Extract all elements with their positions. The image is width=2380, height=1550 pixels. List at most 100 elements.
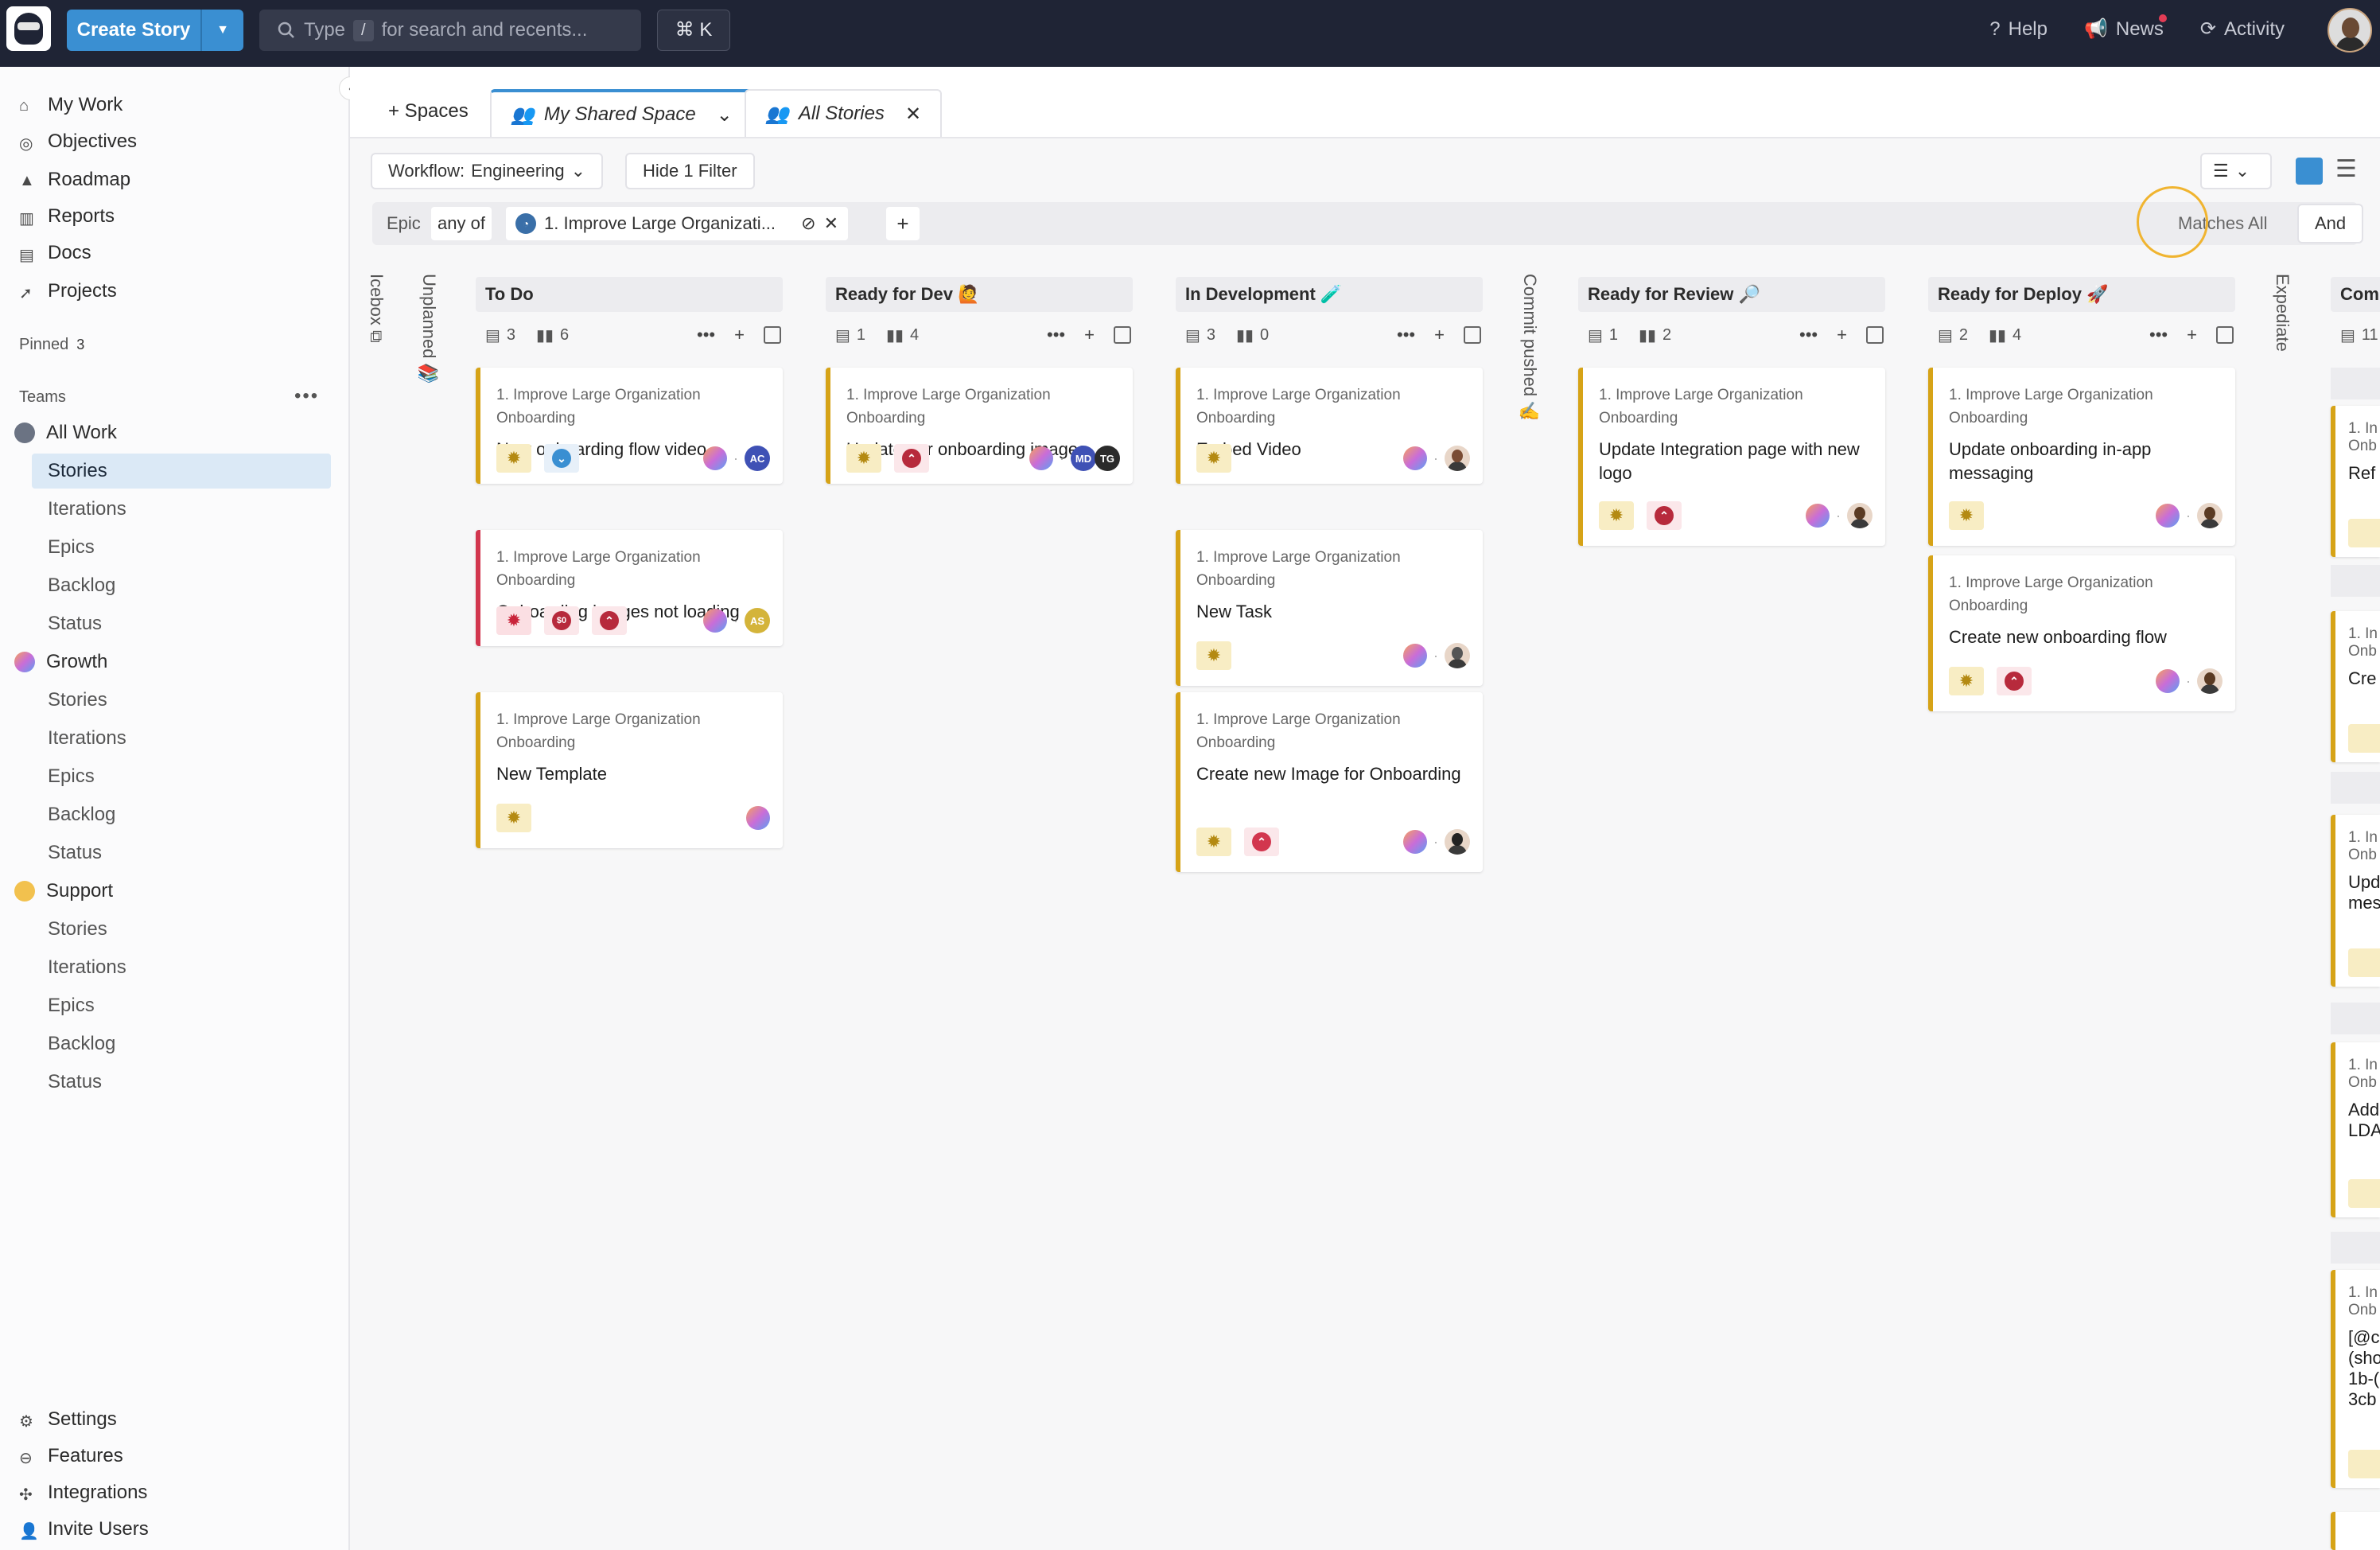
story-card[interactable]: 1. Improve Large Organization Onboarding… (476, 692, 783, 848)
view-settings-button[interactable]: ☰ ⌄ (2200, 153, 2272, 189)
card-epic[interactable]: 1. Improve Large Organization Onboarding (496, 546, 770, 592)
team-all-work-stories[interactable]: Stories (32, 454, 331, 489)
more-icon[interactable]: ••• (1397, 325, 1415, 345)
workflow-select[interactable]: Workflow: Engineering ⌄ (371, 153, 604, 189)
priority-high-tag[interactable]: ⌃ (894, 444, 929, 473)
card-epic[interactable]: 1. Improve Large Organization Onboarding (496, 384, 770, 430)
priority-medium-tag[interactable]: ⌃ (1244, 828, 1279, 856)
team-avatar[interactable] (2156, 669, 2180, 693)
team-support-epics[interactable]: Epics (32, 988, 331, 1023)
user-avatar[interactable] (2328, 8, 2372, 53)
story-card-partial[interactable]: 1. In Onb Add LDA (2331, 1042, 2380, 1217)
estimate-tag[interactable]: $0 (544, 606, 579, 635)
nav-my-work[interactable]: ⌂ My Work (19, 89, 122, 121)
select-all-checkbox[interactable] (2216, 326, 2234, 344)
feature-icon[interactable]: ✹ (1599, 501, 1634, 530)
owner-avatar[interactable] (1445, 829, 1470, 855)
card-epic[interactable]: 1. Improve Large Organization Onboarding (1196, 546, 1470, 592)
priority-high-tag[interactable]: ⌃ (1647, 501, 1682, 530)
feature-icon[interactable]: ✹ (496, 804, 531, 832)
more-icon[interactable]: ••• (697, 325, 715, 345)
team-avatar[interactable] (1403, 446, 1427, 470)
story-card[interactable]: 1. Improve Large Organization Onboarding… (476, 530, 783, 646)
add-icon[interactable]: + (2187, 325, 2197, 345)
priority-low-tag[interactable]: ⌄ (544, 444, 579, 473)
team-avatar[interactable] (1806, 504, 1830, 528)
column-icebox-collapsed[interactable]: Icebox ⧉ (366, 274, 387, 343)
team-support[interactable]: Support (14, 875, 113, 907)
team-avatar[interactable] (703, 446, 727, 470)
team-all-work-iterations[interactable]: Iterations (32, 492, 331, 527)
team-avatar[interactable] (1403, 644, 1427, 668)
team-all-work-status[interactable]: Status (32, 606, 331, 641)
story-card[interactable]: 1. Improve Large Organization Onboarding… (1928, 555, 2235, 711)
teams-more-icon[interactable]: ••• (294, 385, 319, 407)
nav-integrations[interactable]: ✣ Integrations (19, 1477, 147, 1509)
news-link[interactable]: 📢 News (2084, 14, 2167, 41)
card-title[interactable]: New Template (496, 762, 770, 786)
column-header-completed[interactable]: Comp (2331, 277, 2380, 312)
and-toggle[interactable]: And (2297, 204, 2364, 243)
owner-avatar[interactable]: AC (745, 446, 770, 471)
team-avatar[interactable] (1403, 830, 1427, 854)
card-epic[interactable]: 1. Improve Large Organization Onboarding (496, 708, 770, 754)
card-title[interactable]: Update onboarding in-app messaging (1949, 438, 2222, 485)
story-card-partial[interactable]: 1. In Onb Upd mes (2331, 815, 2380, 987)
owner-avatar[interactable] (2197, 503, 2222, 528)
team-avatar[interactable] (746, 806, 770, 830)
nav-objectives[interactable]: ◎ Objectives (19, 126, 137, 158)
hide-filter-button[interactable]: Hide 1 Filter (625, 153, 755, 189)
owner-avatar[interactable]: TG (1095, 446, 1120, 471)
add-icon[interactable]: + (1434, 325, 1445, 345)
select-all-checkbox[interactable] (1114, 326, 1131, 344)
column-unplanned-collapsed[interactable]: Unplanned 📚 (418, 274, 439, 384)
column-commit-pushed-collapsed[interactable]: Commit pushed ✍ (1519, 274, 1540, 423)
more-icon[interactable]: ••• (1799, 325, 1818, 345)
story-card-partial[interactable]: 1. In Onb [@c (sho 1b-( 3cb (2331, 1270, 2380, 1488)
card-title[interactable]: Update Integration page with new logo (1599, 438, 1872, 485)
add-icon[interactable]: + (734, 325, 745, 345)
owner-avatar[interactable] (2197, 668, 2222, 694)
team-growth-iterations[interactable]: Iterations (32, 721, 331, 756)
close-icon[interactable]: ✕ (905, 103, 921, 126)
team-all-work-epics[interactable]: Epics (32, 530, 331, 565)
create-dropdown-icon[interactable]: ▼ (202, 23, 243, 37)
team-support-stories[interactable]: Stories (32, 912, 331, 947)
feature-icon[interactable]: ✹ (1196, 828, 1231, 856)
team-growth-status[interactable]: Status (32, 835, 331, 870)
card-epic[interactable]: 1. Improve Large Organization Onboarding (846, 384, 1120, 430)
story-card[interactable]: 1. Improve Large Organization Onboarding… (1176, 530, 1483, 686)
priority-high-tag[interactable]: ⌃ (592, 606, 627, 635)
nav-projects[interactable]: ➚ Projects (19, 275, 117, 307)
close-icon[interactable]: ✕ (824, 213, 838, 234)
pinned-section[interactable]: Pinned 3 (19, 336, 84, 354)
activity-link[interactable]: ⟳ Activity (2200, 18, 2285, 41)
card-epic[interactable]: 1. Improve Large Organization Onboarding (1949, 384, 2222, 430)
feature-icon[interactable]: ✹ (1196, 444, 1231, 473)
priority-high-tag[interactable]: ⌃ (1997, 667, 2032, 695)
team-growth-stories[interactable]: Stories (32, 683, 331, 718)
team-support-backlog[interactable]: Backlog (32, 1026, 331, 1061)
eye-off-icon[interactable]: ⊘ (801, 213, 815, 234)
story-card[interactable]: 1. Improve Large Organization Onboarding… (1176, 368, 1483, 484)
team-growth-epics[interactable]: Epics (32, 759, 331, 794)
card-epic[interactable]: 1. Improve Large Organization Onboarding (1599, 384, 1872, 430)
select-all-checkbox[interactable] (1464, 326, 1481, 344)
card-epic[interactable]: 1. Improve Large Organization Onboarding (1196, 708, 1470, 754)
owner-avatar[interactable]: MD (1071, 446, 1096, 471)
feature-icon[interactable]: ✹ (496, 444, 531, 473)
column-header-ready-for-deploy[interactable]: Ready for Deploy 🚀 (1928, 277, 2235, 312)
select-all-checkbox[interactable] (1866, 326, 1884, 344)
card-title[interactable]: Create new Image for Onboarding (1196, 762, 1470, 786)
team-all-work[interactable]: All Work (14, 417, 117, 449)
nav-roadmap[interactable]: ▲ Roadmap (19, 164, 130, 196)
kanban-view-icon[interactable] (2296, 158, 2323, 185)
feature-icon[interactable]: ✹ (846, 444, 881, 473)
team-all-work-backlog[interactable]: Backlog (32, 568, 331, 603)
owner-avatar[interactable]: AS (745, 608, 770, 633)
more-icon[interactable]: ••• (2149, 325, 2168, 345)
story-card[interactable]: 1. Improve Large Organization Onboarding… (1578, 368, 1885, 546)
story-card[interactable]: 1. Improve Large Organization Onboarding… (476, 368, 783, 484)
team-support-status[interactable]: Status (32, 1065, 331, 1100)
column-header-ready-for-dev[interactable]: Ready for Dev 🙋 (826, 277, 1133, 312)
